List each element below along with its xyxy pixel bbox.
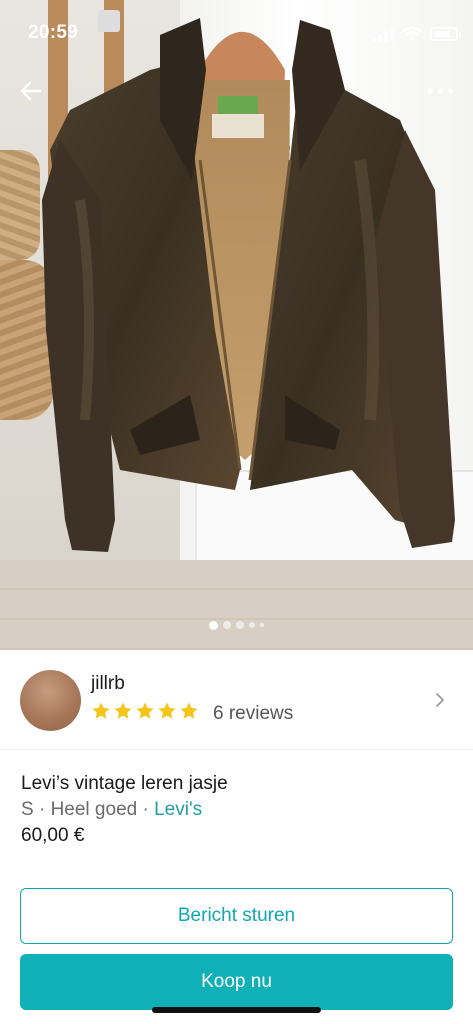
carousel-dot[interactable] xyxy=(209,620,218,630)
item-details: S · Heel goed · Levi's xyxy=(21,799,202,821)
item-condition: Heel goed xyxy=(50,799,138,820)
reviews-count: 6 reviews xyxy=(213,703,294,724)
signal-icon xyxy=(372,28,394,42)
avatar[interactable] xyxy=(20,670,81,731)
home-indicator xyxy=(152,1007,321,1013)
carousel-indicator[interactable] xyxy=(0,619,473,631)
carousel-dot[interactable] xyxy=(249,622,255,628)
back-button[interactable] xyxy=(14,74,48,108)
star-icon xyxy=(92,702,110,719)
buy-now-button[interactable]: Koop nu xyxy=(20,954,453,1010)
more-horizontal-icon xyxy=(427,88,433,94)
arrow-left-icon xyxy=(20,81,42,101)
meta-separator: · xyxy=(137,799,155,820)
wifi-icon xyxy=(402,26,422,41)
carousel-dot[interactable] xyxy=(236,621,244,629)
item-brand-link[interactable]: Levi's xyxy=(154,799,202,820)
meta-separator: · xyxy=(33,799,51,820)
rating-stars xyxy=(91,701,199,721)
product-photo[interactable]: 20:59 xyxy=(0,0,473,650)
item-price: 60,00 € xyxy=(21,825,85,846)
item-title: Levi’s vintage leren jasje xyxy=(21,773,228,794)
battery-icon xyxy=(430,27,461,41)
send-message-button[interactable]: Bericht sturen xyxy=(20,888,453,944)
more-horizontal-icon xyxy=(447,88,453,94)
more-horizontal-icon xyxy=(437,88,443,94)
item-size: S xyxy=(21,799,34,820)
status-time: 20:59 xyxy=(28,22,79,43)
jacket-image xyxy=(42,18,455,552)
carousel-dot[interactable] xyxy=(260,623,264,627)
status-bar: 20:59 xyxy=(0,0,473,70)
star-icon xyxy=(180,702,198,719)
chevron-right-icon xyxy=(436,693,444,707)
star-icon xyxy=(158,702,176,719)
star-icon xyxy=(136,702,154,719)
seller-username: jillrb xyxy=(91,673,125,694)
star-icon xyxy=(114,702,132,719)
seller-row[interactable]: jillrb 6 reviews xyxy=(0,650,473,750)
carousel-dot[interactable] xyxy=(223,621,231,629)
more-options-button[interactable] xyxy=(420,78,460,104)
